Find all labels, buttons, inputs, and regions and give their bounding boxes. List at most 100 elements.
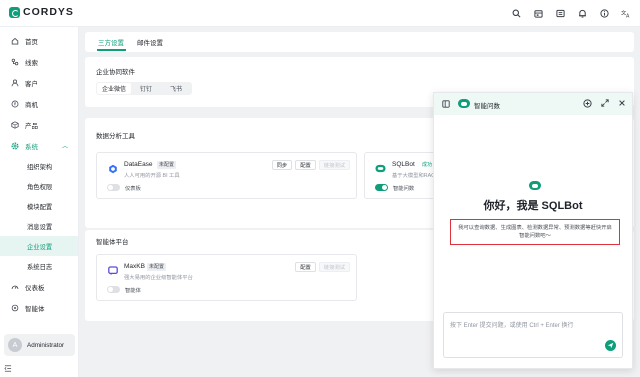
system-icon [10, 141, 19, 150]
test-link-button[interactable]: 链接测试 [318, 262, 350, 272]
new-chat-icon[interactable] [583, 99, 592, 110]
sidebar-toggle-icon[interactable] [442, 100, 450, 110]
tool-description: 人人可用的开源 BI 工具 [124, 173, 180, 179]
svg-text:A: A [626, 13, 630, 17]
logo[interactable]: CORDYS [9, 6, 74, 18]
user-name: Administrator [27, 341, 65, 349]
agent-icon [10, 303, 19, 312]
sidebar-subitem-messages[interactable]: 消息设置 [0, 216, 78, 236]
customer-icon [10, 78, 19, 87]
info-icon[interactable] [598, 7, 610, 19]
tab-third-party[interactable]: 三方设置 [98, 37, 124, 47]
dataease-icon [107, 163, 118, 174]
status-badge: 未配置 [157, 161, 177, 169]
tool-card-dataease: DataEase 未配置 人人可用的开源 BI 工具 同步 配置 链接测试 仪表… [96, 152, 357, 199]
collab-option-wecom[interactable]: 企业微信 [97, 83, 132, 94]
panel-header: 智能问数 [434, 93, 632, 115]
settings-tabs: 三方设置 邮件设置 [85, 32, 634, 52]
panel-title: 智能问数 [474, 103, 500, 110]
chat-input[interactable]: 按下 Enter 提交问题，或使用 Ctrl + Enter 换行 [443, 312, 623, 358]
sqlbot-icon [529, 181, 541, 190]
logo-text: CORDYS [23, 6, 74, 18]
opportunity-icon: ¥ [10, 99, 19, 108]
expand-icon[interactable] [601, 99, 609, 110]
greeting: 你好，我是 SQLBot [483, 200, 583, 212]
top-icons: 文A [510, 7, 632, 19]
search-icon[interactable] [510, 7, 522, 19]
user-profile[interactable]: A Administrator [4, 334, 75, 356]
intro-text: 我可以查询数据、生成图表、检测数据异常、预测数据等赶快开启智能问数吧～ [450, 219, 620, 245]
agent-toggle[interactable] [107, 286, 120, 293]
sidebar-item-label: 首页 [25, 38, 38, 46]
bell-icon[interactable] [576, 7, 588, 19]
svg-text:¥: ¥ [13, 101, 16, 106]
sidebar-item-label: 商机 [25, 101, 38, 109]
sidebar-item-dashboard[interactable]: 仪表板 [0, 276, 78, 297]
tool-actions: 配置 链接测试 [295, 262, 350, 272]
tab-mail[interactable]: 邮件设置 [137, 37, 163, 47]
sidebar-item-label: 客户 [25, 80, 38, 88]
tool-actions: 同步 配置 链接测试 [271, 160, 350, 170]
sidebar: 首页 线索 客户 ¥ 商机 产品 系统 ︿ 组织架构 角色权限 模块配置 消息设… [0, 27, 79, 377]
logo-mark-icon [9, 6, 20, 18]
status-badge: 成功 [422, 162, 433, 168]
dashboard-toggle[interactable] [107, 184, 120, 191]
tool-name: MaxKB [124, 263, 145, 270]
close-icon[interactable] [618, 99, 626, 110]
tab-active-indicator [97, 49, 126, 51]
sidebar-item-opportunity[interactable]: ¥ 商机 [0, 93, 78, 114]
sidebar-item-product[interactable]: 产品 [0, 114, 78, 135]
sidebar-item-agent[interactable]: 智能体 [0, 297, 78, 318]
maxkb-icon [107, 265, 118, 276]
sidebar-subitem-modules[interactable]: 模块配置 [0, 196, 78, 216]
sidebar-subitem-enterprise[interactable]: 企业设置 [0, 236, 78, 256]
collab-title: 企业协同软件 [96, 69, 135, 76]
sync-button[interactable]: 同步 [271, 160, 293, 170]
calendar-icon[interactable] [532, 7, 544, 19]
sidebar-item-label: 产品 [25, 122, 38, 130]
configure-button[interactable]: 配置 [295, 160, 316, 170]
panel-actions [583, 99, 626, 110]
translate-icon[interactable]: 文A [620, 7, 632, 19]
avatar: A [8, 338, 22, 352]
top-bar: CORDYS 文A [0, 0, 640, 27]
sidebar-subitem-roles[interactable]: 角色权限 [0, 176, 78, 196]
toggle-label: 仪表板 [125, 186, 141, 192]
mail-icon[interactable] [554, 7, 566, 19]
analysis-title: 数据分析工具 [96, 133, 135, 140]
sidebar-subitem-logs[interactable]: 系统日志 [0, 256, 78, 276]
sidebar-item-system[interactable]: 系统 ︿ [0, 135, 78, 156]
sidebar-item-label: 系统 [25, 143, 38, 151]
status-badge: 未配置 [147, 263, 167, 271]
tool-name: SQLBot [392, 161, 415, 168]
toggle-label: 智能问数 [393, 186, 415, 192]
tool-name: DataEase [124, 161, 153, 168]
tool-card-maxkb: MaxKB 未配置 强大易用的企业级智能体平台 配置 链接测试 智能体 [96, 254, 357, 301]
configure-button[interactable]: 配置 [295, 262, 316, 272]
sqlbot-panel: 智能问数 你好，我是 SQLBot 我可以查询数据、生成图表、检测数据异常、预测… [433, 92, 633, 369]
smart-query-toggle[interactable] [375, 184, 388, 191]
sidebar-item-customer[interactable]: 客户 [0, 72, 78, 93]
leads-icon [10, 57, 19, 66]
chevron-up-icon: ︿ [61, 144, 68, 150]
collab-option-feishu[interactable]: 飞书 [161, 83, 191, 94]
collab-segmented: 企业微信 钉钉 飞书 [96, 82, 193, 95]
agent-title: 智能体平台 [96, 239, 129, 246]
collapse-sidebar-icon[interactable] [4, 365, 12, 374]
sidebar-item-label: 智能体 [25, 305, 45, 313]
sidebar-item-label: 仪表板 [25, 284, 45, 292]
tool-description: 强大易用的企业级智能体平台 [124, 275, 193, 281]
dashboard-icon [10, 282, 19, 291]
send-button[interactable] [605, 340, 616, 351]
toggle-label: 智能体 [125, 288, 141, 294]
home-icon [10, 36, 19, 45]
sidebar-item-label: 线索 [25, 59, 38, 67]
collab-option-dingtalk[interactable]: 钉钉 [131, 83, 161, 94]
sidebar-item-home[interactable]: 首页 [0, 30, 78, 51]
sqlbot-logo-icon [458, 99, 470, 108]
tool-description: 基于大模型和RAG [392, 173, 436, 179]
sidebar-subitem-org[interactable]: 组织架构 [0, 156, 78, 176]
sqlbot-icon [375, 163, 386, 174]
sidebar-item-leads[interactable]: 线索 [0, 51, 78, 72]
test-link-button[interactable]: 链接测试 [318, 160, 350, 170]
